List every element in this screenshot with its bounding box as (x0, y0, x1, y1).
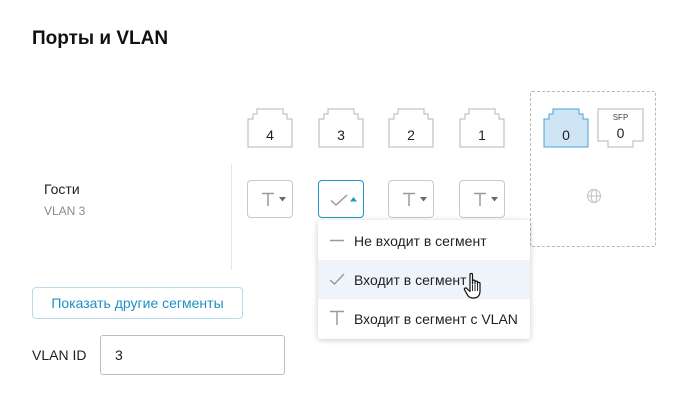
check-icon (329, 273, 345, 286)
page-title: Порты и VLAN (32, 28, 169, 49)
port-1: 1 (459, 108, 505, 148)
port-number: 1 (478, 127, 486, 143)
globe-icon (586, 188, 602, 204)
menu-item-label: Входит в сегмент (354, 272, 467, 288)
menu-item-member-vlan[interactable]: Входит в сегмент с VLAN (318, 299, 530, 338)
wan-sfp-port[interactable]: SFP 0 (597, 108, 644, 148)
port-3: 3 (318, 108, 364, 148)
check-icon (330, 194, 348, 207)
port-number: 2 (407, 127, 415, 143)
vlan-id-label: VLAN ID (32, 347, 87, 363)
port-4-mode-button[interactable] (247, 180, 293, 218)
t-icon (262, 192, 274, 206)
show-other-segments-button[interactable]: Показать другие сегменты (32, 287, 243, 319)
menu-item-member[interactable]: Входит в сегмент (318, 260, 530, 299)
port-number: 3 (337, 127, 345, 143)
port-mode-dropdown: Не входит в сегмент Входит в сегмент Вхо… (318, 220, 530, 339)
hand-cursor-icon (463, 272, 481, 299)
menu-item-label: Входит в сегмент с VLAN (354, 311, 518, 327)
caret-down-icon (279, 197, 286, 202)
caret-up-icon (350, 197, 357, 202)
sfp-label: SFP (612, 113, 629, 122)
port-number: 0 (562, 127, 570, 143)
port-3-mode-button[interactable] (318, 180, 364, 218)
menu-item-not-member[interactable]: Не входит в сегмент (318, 221, 530, 260)
divider (231, 164, 232, 270)
segment-name: Гости (44, 181, 80, 197)
t-icon (474, 192, 486, 206)
dash-icon (330, 239, 344, 242)
port-2-mode-button[interactable] (388, 180, 434, 218)
port-2: 2 (388, 108, 434, 148)
port-4: 4 (247, 108, 293, 148)
caret-down-icon (491, 197, 498, 202)
menu-item-label: Не входит в сегмент (354, 233, 487, 249)
caret-down-icon (420, 197, 427, 202)
segment-vlan: VLAN 3 (44, 204, 86, 218)
port-number: 0 (616, 125, 625, 141)
port-1-mode-button[interactable] (459, 180, 505, 218)
vlan-id-input[interactable] (100, 335, 285, 375)
t-icon (403, 192, 415, 206)
port-number: 4 (266, 127, 274, 143)
t-icon (330, 310, 344, 325)
wan-ethernet-port[interactable]: 0 (543, 108, 589, 148)
